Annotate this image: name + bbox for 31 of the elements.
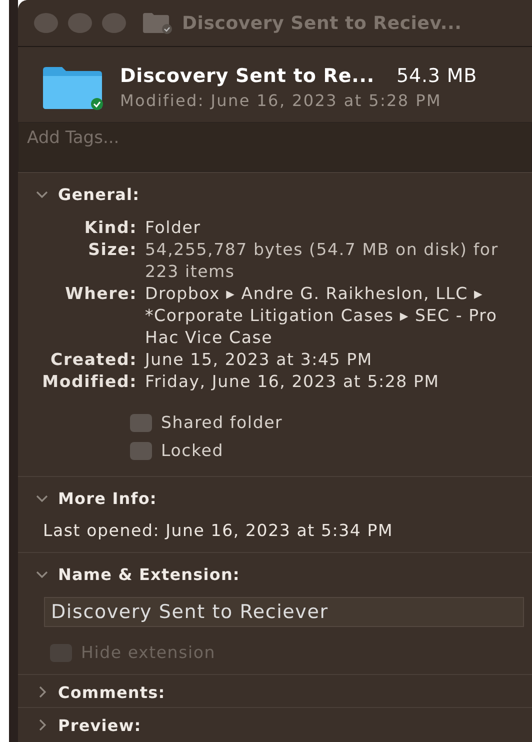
- info-value: Dropbox ▸ Andre G. Raikheslon, LLC ▸ *Corporate Litigation Cases ▸ SEC - Pro Hac Vice Case: [145, 283, 498, 349]
- checkbox[interactable]: [130, 442, 152, 460]
- last-opened: Last opened: June 16, 2023 at 5:34 PM: [42, 521, 394, 540]
- checkbox-label: Locked: [161, 441, 224, 460]
- folder-icon: [142, 12, 172, 34]
- file-size: 54.3 MB: [396, 65, 478, 87]
- checkbox-label: Shared folder: [161, 413, 283, 432]
- section-title: General:: [58, 184, 140, 204]
- info-label: Kind:: [83, 217, 137, 239]
- info-label: Created:: [50, 349, 137, 371]
- checkbox[interactable]: [130, 414, 152, 432]
- info-label: Modified:: [41, 371, 137, 393]
- zoom-button[interactable]: [102, 13, 126, 33]
- info-value: Folder: [145, 217, 202, 239]
- tags-field[interactable]: Add Tags...: [18, 122, 532, 172]
- modified-date: Modified: June 16, 2023 at 5:28 PM: [120, 91, 442, 110]
- info-value: June 15, 2023 at 3:45 PM: [145, 349, 374, 371]
- info-label: Size:: [87, 239, 137, 261]
- section-title: Preview:: [58, 716, 142, 734]
- close-button[interactable]: [34, 13, 58, 33]
- info-value: Friday, June 16, 2023 at 5:28 PM: [145, 371, 440, 393]
- window-title: Discovery Sent to Reciev...: [182, 12, 462, 34]
- file-name: Discovery Sent to Re...: [120, 65, 374, 87]
- minimize-button[interactable]: [68, 13, 92, 33]
- section-title: Comments:: [58, 682, 166, 702]
- folder-icon: [42, 66, 104, 110]
- info-label: Where:: [64, 283, 137, 305]
- section-title: Name & Extension:: [58, 564, 240, 584]
- info-value: 54,255,787 bytes (54.7 MB on disk) for 223 items: [145, 239, 500, 283]
- name-field[interactable]: Discovery Sent to Reciever: [44, 597, 524, 627]
- section-title: More Info:: [58, 488, 157, 508]
